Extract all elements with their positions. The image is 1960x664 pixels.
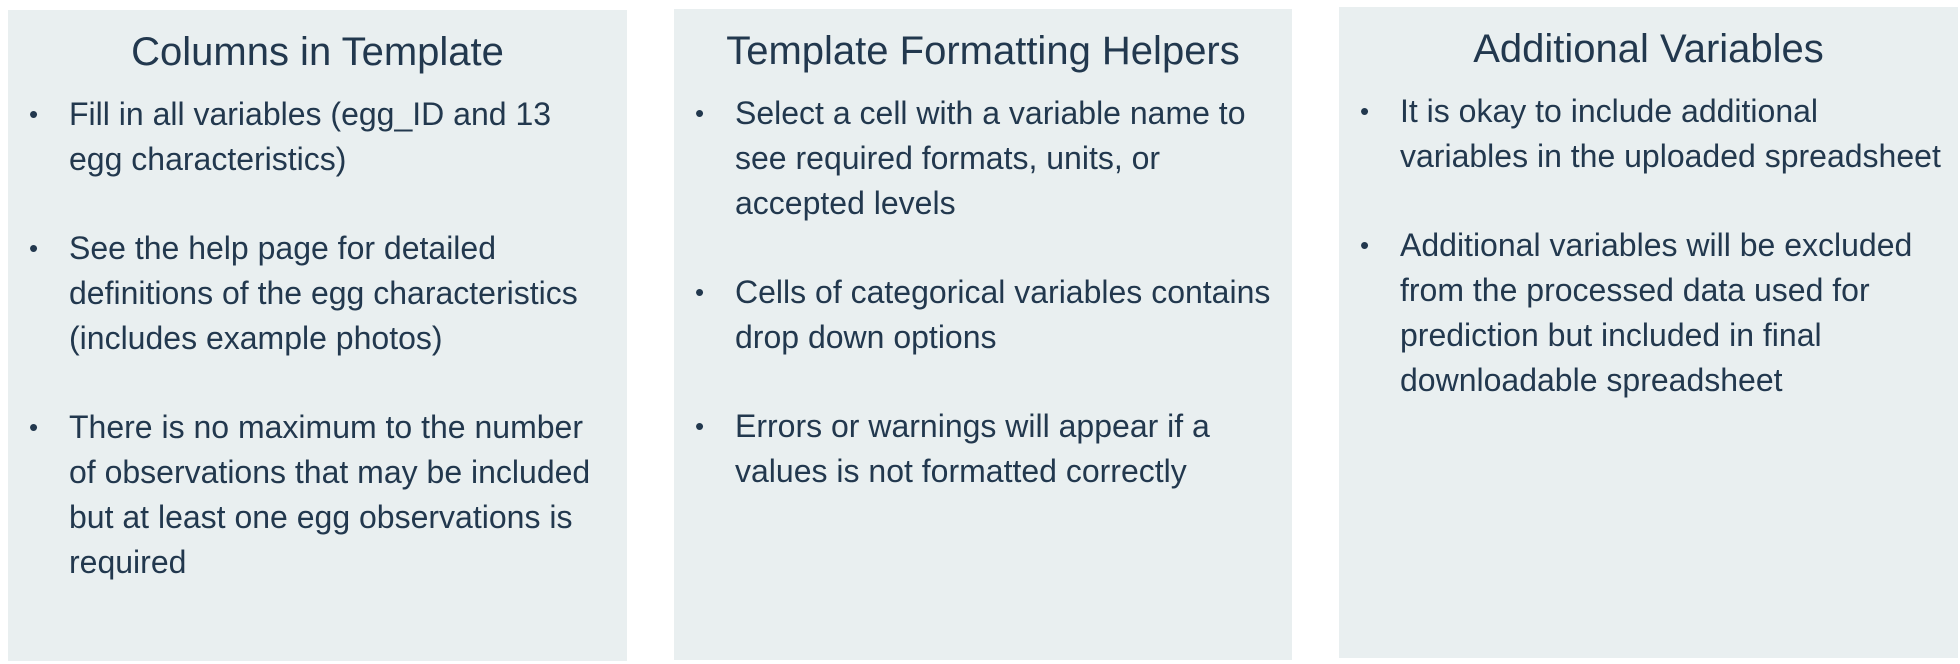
bullet-list: • Select a cell with a variable name to … bbox=[674, 91, 1292, 494]
bullet-icon: • bbox=[1360, 96, 1370, 126]
bullet-text: Select a cell with a variable name to se… bbox=[735, 95, 1246, 221]
bullet-text: Additional variables will be excluded fr… bbox=[1400, 227, 1913, 398]
bullet-item: • Additional variables will be excluded … bbox=[1339, 223, 1958, 403]
panel-additional-variables: Additional Variables • It is okay to inc… bbox=[1339, 7, 1958, 658]
panel-title: Additional Variables bbox=[1473, 27, 1824, 71]
bullet-icon: • bbox=[695, 98, 705, 128]
bullet-item: • There is no maximum to the number of o… bbox=[8, 405, 627, 585]
bullet-list: • Fill in all variables (egg_ID and 13 e… bbox=[8, 92, 627, 585]
bullet-icon: • bbox=[29, 412, 39, 442]
bullet-text: There is no maximum to the number of obs… bbox=[69, 409, 591, 580]
bullet-icon: • bbox=[29, 99, 39, 129]
bullet-item: • It is okay to include additional varia… bbox=[1339, 89, 1958, 179]
bullet-item: • Cells of categorical variables contain… bbox=[674, 270, 1292, 360]
bullet-icon: • bbox=[695, 411, 705, 441]
bullet-text: Cells of categorical variables contains … bbox=[735, 274, 1271, 355]
bullet-text: It is okay to include additional variabl… bbox=[1400, 93, 1941, 174]
bullet-icon: • bbox=[29, 233, 39, 263]
bullet-item: • Errors or warnings will appear if a va… bbox=[674, 404, 1292, 494]
bullet-icon: • bbox=[1360, 230, 1370, 260]
bullet-item: • Select a cell with a variable name to … bbox=[674, 91, 1292, 226]
bullet-item: • Fill in all variables (egg_ID and 13 e… bbox=[8, 92, 627, 182]
panel-title: Columns in Template bbox=[131, 30, 504, 74]
bullet-icon: • bbox=[695, 277, 705, 307]
bullet-text: Fill in all variables (egg_ID and 13 egg… bbox=[69, 96, 552, 177]
panel-title: Template Formatting Helpers bbox=[726, 29, 1240, 73]
bullet-text: Errors or warnings will appear if a valu… bbox=[735, 408, 1210, 489]
bullet-item: • See the help page for detailed definit… bbox=[8, 226, 627, 361]
bullet-text: See the help page for detailed definitio… bbox=[69, 230, 578, 356]
bullet-list: • It is okay to include additional varia… bbox=[1339, 89, 1958, 403]
panel-columns-in-template: Columns in Template • Fill in all variab… bbox=[8, 10, 627, 661]
panel-template-formatting-helpers: Template Formatting Helpers • Select a c… bbox=[674, 9, 1292, 660]
